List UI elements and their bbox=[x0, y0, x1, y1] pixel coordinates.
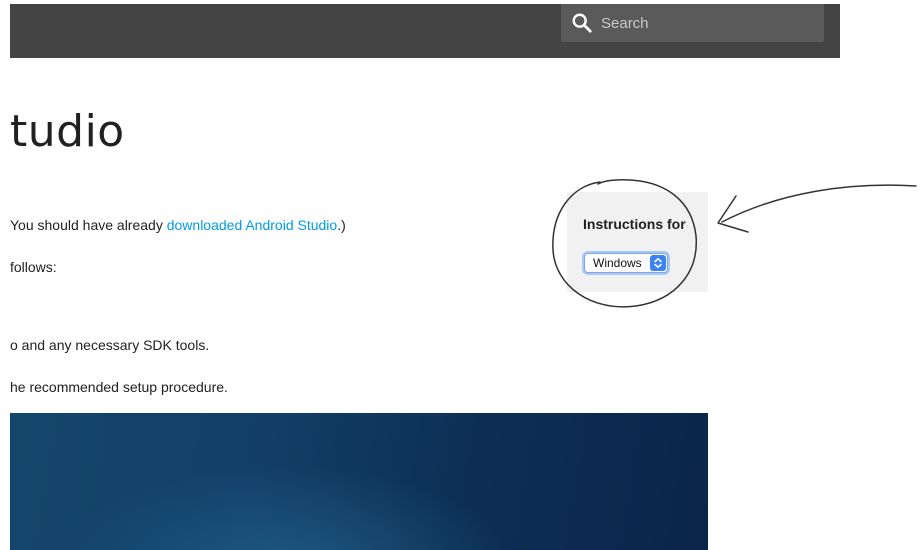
search-input[interactable] bbox=[601, 10, 811, 36]
sdk-tools-text: o and any necessary SDK tools. bbox=[10, 337, 210, 353]
follows-text: follows: bbox=[10, 259, 57, 275]
intro-text-line: You should have already downloaded Andro… bbox=[10, 216, 346, 234]
page: tudio You should have already downloaded… bbox=[0, 0, 922, 550]
annotation-arrow-head bbox=[717, 195, 749, 233]
setup-procedure-text: he recommended setup procedure. bbox=[10, 379, 228, 395]
page-title: tudio bbox=[10, 106, 125, 157]
os-select[interactable]: Windows bbox=[584, 253, 668, 273]
downloaded-android-studio-link[interactable]: downloaded Android Studio bbox=[167, 217, 337, 233]
os-select-value: Windows bbox=[593, 256, 642, 270]
android-studio-hero-image bbox=[10, 413, 708, 550]
instructions-panel: Instructions for Windows bbox=[567, 192, 708, 292]
search-box[interactable] bbox=[561, 4, 824, 42]
annotation-arrow-shaft bbox=[721, 184, 917, 223]
instructions-label: Instructions for bbox=[583, 216, 686, 232]
chevron-up-down-icon bbox=[654, 257, 662, 268]
intro-text-end: .) bbox=[337, 217, 346, 233]
search-icon bbox=[572, 13, 592, 33]
intro-text: You should have already bbox=[10, 217, 167, 233]
top-header-bar bbox=[10, 4, 840, 58]
select-stepper-icon bbox=[650, 255, 666, 271]
